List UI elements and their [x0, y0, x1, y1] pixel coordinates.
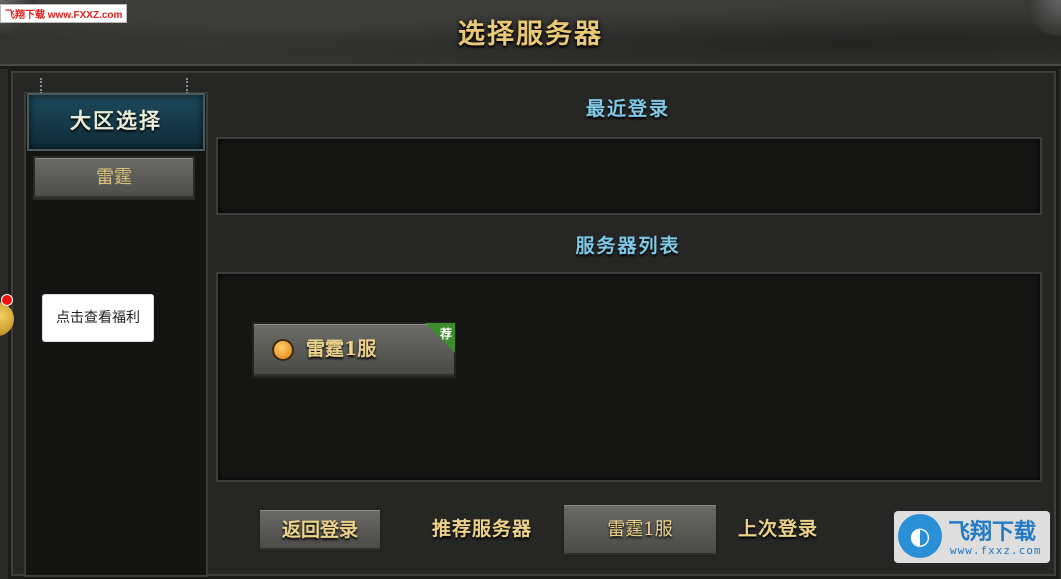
server-list-title: 服务器列表: [575, 235, 681, 257]
recent-login-box: [216, 137, 1042, 215]
back-to-login-button[interactable]: 返回登录: [258, 508, 382, 552]
welfare-tooltip[interactable]: 点击查看福利: [42, 294, 154, 342]
page-title: 选择服务器: [458, 19, 603, 50]
title-bar: 选择服务器: [0, 0, 1061, 69]
recent-login-title: 最近登录: [585, 98, 670, 120]
chain-right: [186, 78, 192, 94]
last-login-label: 上次登录: [738, 518, 819, 540]
notification-dot: [1, 294, 13, 306]
logo-name: 飞翔下载: [948, 520, 1037, 545]
chain-left: [40, 78, 46, 94]
watermark-logo: ◐ 飞翔下载 www.fxxz.com: [894, 511, 1050, 563]
server-item[interactable]: 雷霆1服 荐: [252, 322, 456, 378]
recommend-server-button[interactable]: 雷霆1服: [562, 503, 718, 557]
recommend-server-label: 推荐服务器: [432, 518, 533, 540]
logo-url: www.fxxz.com: [950, 544, 1042, 557]
recommend-badge-label: 荐: [439, 327, 452, 341]
server-status-icon: [272, 339, 294, 361]
zone-header: 大区选择: [27, 93, 205, 151]
watermark-top: 飞翔下载 www.FXXZ.com: [0, 4, 128, 23]
server-name: 雷霆1服: [306, 338, 377, 360]
logo-icon: ◐: [898, 514, 942, 558]
zone-button-leiting[interactable]: 雷霆: [33, 156, 195, 200]
